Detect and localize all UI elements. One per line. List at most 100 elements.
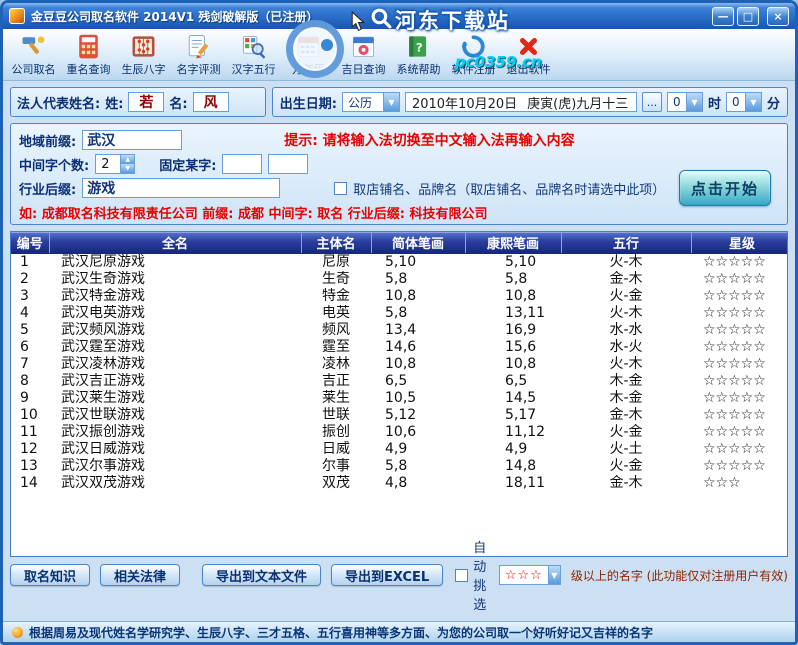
cell-simplified-strokes: 10,8	[385, 287, 417, 304]
cell-fullname: 武汉日威游戏	[61, 440, 145, 457]
calculator-icon	[79, 34, 98, 58]
star-filter-suffix: 级以上的名字 (此功能仅对注册用户有效)	[570, 568, 788, 583]
header-stars[interactable]: 星级	[691, 232, 787, 254]
middle-count-stepper[interactable]: 2 ▲ ▼	[95, 154, 136, 174]
toolbar-duplicate-query[interactable]: 重名查询	[61, 30, 116, 79]
fixed-char-input-1[interactable]	[222, 154, 263, 174]
surname-input[interactable]	[128, 92, 165, 112]
spinner-down-icon[interactable]: ▼	[120, 164, 135, 173]
chevron-down-icon[interactable]: ▼	[547, 566, 560, 584]
cell-kangxi-strokes: 10,8	[505, 287, 537, 304]
table-row[interactable]: 9 武汉莱生游戏 莱生 10,5 14,5 木-金 ☆☆☆☆☆	[11, 389, 787, 407]
birth-date-field[interactable]: 2010年10月20日 庚寅(虎)九月十三	[404, 92, 637, 112]
hour-select[interactable]: 0 ▼	[666, 92, 703, 112]
table-row[interactable]: 8 武汉吉正游戏 吉正 6,5 6,5 木-金 ☆☆☆☆☆	[11, 372, 787, 390]
watermark-magnifier-icon	[371, 8, 392, 29]
close-button[interactable]: ×	[767, 6, 789, 26]
start-button[interactable]: 点击开始	[679, 170, 771, 206]
spinner-up-icon[interactable]: ▲	[120, 155, 135, 164]
auto-pick-checkbox[interactable]	[455, 568, 469, 582]
cell-stars: ☆☆☆☆☆	[703, 406, 766, 423]
shop-name-option-label: 取店铺名、品牌名（取店铺名、品牌名时请选中此项）	[353, 182, 666, 198]
table-row[interactable]: 10 武汉世联游戏 世联 5,12 5,17 金-木 ☆☆☆☆☆	[11, 406, 787, 424]
region-prefix-input[interactable]	[82, 130, 183, 150]
toolbar-company-naming[interactable]: 公司取名	[6, 30, 61, 79]
cell-fullname: 武汉频风游戏	[61, 321, 145, 338]
cell-stars: ☆☆☆☆☆	[703, 321, 766, 338]
cell-simplified-strokes: 4,8	[385, 474, 408, 491]
cell-fullname: 武汉世联游戏	[61, 406, 145, 423]
calendar-type-select[interactable]: 公历 ▼	[341, 92, 400, 112]
naming-knowledge-button[interactable]: 取名知识	[10, 564, 91, 586]
toolbar-label: 名字评测	[176, 62, 221, 76]
header-simplified-strokes[interactable]: 简体笔画	[371, 232, 466, 254]
cell-stars: ☆☆☆☆☆	[703, 304, 766, 321]
export-text-button[interactable]: 导出到文本文件	[202, 564, 322, 586]
cell-kangxi-strokes: 5,8	[505, 270, 528, 287]
header-kangxi-strokes[interactable]: 康熙笔画	[465, 232, 562, 254]
header-number[interactable]: 编号	[11, 232, 50, 254]
industry-suffix-input[interactable]	[82, 178, 281, 198]
table-row[interactable]: 2 武汉生奇游戏 生奇 5,8 5,8 金-木 ☆☆☆☆☆	[11, 270, 787, 288]
header-wuxing[interactable]: 五行	[561, 232, 692, 254]
shop-name-checkbox[interactable]	[334, 181, 348, 195]
cell-fullname: 武汉电英游戏	[61, 304, 145, 321]
watermark-site-name: 河东下载站	[395, 9, 510, 33]
star-filter-select[interactable]: ☆☆☆ ▼	[498, 565, 561, 585]
cell-kangxi-strokes: 14,5	[505, 389, 537, 406]
header-mainname[interactable]: 主体名	[301, 232, 372, 254]
cell-wuxing: 火-土	[609, 440, 643, 457]
table-row[interactable]: 4 武汉电英游戏 电英 5,8 13,11 火-木 ☆☆☆☆☆	[11, 304, 787, 322]
table-row[interactable]: 13 武汉尔事游戏 尔事 5,8 14,8 火-金 ☆☆☆☆☆	[11, 457, 787, 475]
cell-number: 10	[20, 406, 38, 423]
header-fullname[interactable]: 全名	[49, 232, 302, 254]
table-row[interactable]: 7 武汉凌林游戏 凌林 10,8 10,8 火-木 ☆☆☆☆☆	[11, 355, 787, 373]
cell-simplified-strokes: 13,4	[385, 321, 417, 338]
export-excel-button[interactable]: 导出到EXCEL	[331, 564, 444, 586]
input-method-tip: 提示: 请将输入法切换至中文输入法再输入内容	[284, 133, 575, 149]
cell-kangxi-strokes: 15,6	[505, 338, 537, 355]
cell-fullname: 武汉吉正游戏	[61, 372, 145, 389]
chevron-down-icon[interactable]: ▼	[382, 93, 399, 111]
related-laws-button[interactable]: 相关法律	[100, 564, 181, 586]
cell-number: 7	[20, 355, 29, 372]
toolbar-label: 吉日查询	[341, 62, 386, 76]
cell-mainname: 凌林	[322, 355, 350, 372]
cell-simplified-strokes: 5,10	[385, 253, 417, 270]
cell-fullname: 武汉生奇游戏	[61, 270, 145, 287]
toolbar-birth-bazi[interactable]: 生辰八字	[116, 30, 171, 79]
minute-select[interactable]: 0 ▼	[725, 92, 762, 112]
table-row[interactable]: 5 武汉频风游戏 频风 13,4 16,9 水-水 ☆☆☆☆☆	[11, 321, 787, 339]
chevron-down-icon[interactable]: ▼	[744, 93, 761, 111]
cell-stars: ☆☆☆☆☆	[703, 253, 766, 270]
toolbar-system-help[interactable]: ? 系统帮助	[391, 30, 446, 79]
fixed-char-input-2[interactable]	[268, 154, 309, 174]
chevron-down-icon[interactable]: ▼	[685, 93, 702, 111]
cell-wuxing: 金-木	[609, 270, 643, 287]
cell-mainname: 频风	[322, 321, 350, 338]
toolbar-hanzi-wuxing[interactable]: 汉字五行	[226, 30, 281, 79]
watermark-logo-ring	[286, 20, 344, 78]
toolbar-name-evaluation[interactable]: 名字评测	[171, 30, 226, 79]
calendar-heart-icon	[352, 36, 375, 57]
table-row[interactable]: 6 武汉霆至游戏 霆至 14,6 15,6 水-火 ☆☆☆☆☆	[11, 338, 787, 356]
cell-wuxing: 火-金	[609, 287, 643, 304]
cell-mainname: 莱生	[322, 389, 350, 406]
cell-fullname: 武汉尼原游戏	[61, 253, 145, 270]
cell-mainname: 吉正	[322, 372, 350, 389]
table-row[interactable]: 11 武汉振创游戏 振创 10,6 11,12 火-金 ☆☆☆☆☆	[11, 424, 787, 441]
cell-mainname: 日威	[322, 440, 350, 457]
table-row[interactable]: 3 武汉特金游戏 特金 10,8 10,8 火-金 ☆☆☆☆☆	[11, 287, 787, 305]
maximize-button[interactable]: □	[737, 6, 759, 26]
toolbar-auspicious-day[interactable]: 吉日查询	[336, 30, 391, 79]
table-row[interactable]: 1 武汉尼原游戏 尼原 5,10 5,10 火-木 ☆☆☆☆☆	[11, 253, 787, 271]
cell-mainname: 特金	[322, 287, 350, 304]
date-picker-button[interactable]: ...	[641, 92, 662, 112]
cell-wuxing: 火-金	[609, 457, 643, 474]
birth-date-label: 出生日期:	[279, 96, 337, 112]
table-row[interactable]: 14 武汉双茂游戏 双茂 4,8 18,11 金-木 ☆☆☆	[11, 474, 787, 492]
given-name-input[interactable]	[192, 92, 229, 112]
minimize-button[interactable]: —	[712, 6, 734, 26]
birth-date-panel: 出生日期: 公历 ▼ 2010年10月20日 庚寅(虎)九月十三 ... 0 ▼…	[271, 87, 788, 117]
table-row[interactable]: 12 武汉日威游戏 日威 4,9 4,9 火-土 ☆☆☆☆☆	[11, 440, 787, 458]
